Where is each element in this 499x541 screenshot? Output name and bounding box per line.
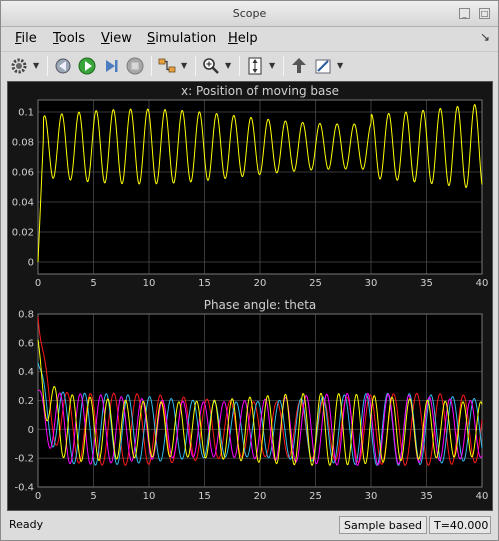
status-bar: Ready Sample based T=40.000 [1,513,498,540]
toolbar-separator [283,56,284,76]
toolbar-separator [151,56,152,76]
x-tick-label: 10 [143,278,156,289]
zoom-dropdown-icon[interactable]: ▼ [225,61,231,70]
menu-file[interactable]: File [15,31,37,46]
status-sample-mode: Sample based [339,516,427,534]
gear-dropdown-icon[interactable]: ▼ [33,61,39,70]
signal-selector-icon[interactable] [157,56,177,76]
menu-help[interactable]: Help [228,31,258,46]
x-tick-label: 20 [254,278,267,289]
chart-title: x: Position of moving base [181,84,339,98]
highlight-block-icon[interactable] [289,56,309,76]
x-tick-label: 35 [420,278,433,289]
x-tick-label: 10 [143,491,156,502]
menu-simulation[interactable]: Simulation [147,31,216,46]
gear-icon[interactable] [9,56,29,76]
x-tick-label: 15 [198,278,211,289]
x-tick-label: 35 [420,491,433,502]
stop-icon[interactable] [125,56,145,76]
y-tick-label: 0.2 [18,396,34,407]
x-tick-label: 5 [90,491,96,502]
y-tick-label: 0.08 [12,138,34,149]
run-icon[interactable] [77,56,97,76]
scope-plots[interactable]: x: Position of moving base 0 5 10 15 20 25 30 35… [8,82,492,510]
scope-window: Scope _ □ File Tools View Simulation Hel… [0,0,499,541]
toolbar-separator [239,56,240,76]
step-back-icon[interactable] [53,56,73,76]
x-tick-label: 15 [198,491,211,502]
x-tick-label: 25 [309,491,322,502]
x-tick-label: 0 [35,278,41,289]
y-tick-label: -0.4 [14,483,34,494]
y-tick-label: 0.1 [18,108,34,119]
y-tick-label: 0 [28,258,34,269]
maximize-icon[interactable]: □ [479,8,490,19]
y-tick-label: -0.2 [14,454,34,465]
x-tick-label: 0 [35,491,41,502]
y-tick-label: 0.6 [18,338,34,349]
signal-selector-dropdown-icon[interactable]: ▼ [181,61,187,70]
menu-bar: File Tools View Simulation Help ↘ [1,27,498,51]
y-tick-label: 0.06 [12,168,34,179]
autoscale-dropdown-icon[interactable]: ▼ [269,61,275,70]
undock-icon[interactable]: ↘ [480,30,490,44]
x-tick-label: 20 [254,491,267,502]
y-tick-label: 0.04 [12,198,34,209]
y-tick-label: 0.8 [18,310,34,321]
menu-tools[interactable]: Tools [53,31,85,46]
x-tick-label: 30 [365,278,378,289]
minimize-icon[interactable]: _ [459,8,470,19]
status-time: T=40.000 [429,516,491,534]
chart-panel-2: Phase angle: theta 0 5 10 15 20 25 30 35 40 -0.4 -0… [14,298,488,502]
autoscale-icon[interactable] [245,56,265,76]
chart-panel-1: x: Position of moving base 0 5 10 15 20 25 30 35… [12,84,489,289]
x-tick-label: 40 [476,491,489,502]
chart-title: Phase angle: theta [204,298,317,312]
style-dropdown-icon[interactable]: ▼ [337,61,343,70]
step-forward-icon[interactable] [101,56,121,76]
style-icon[interactable] [313,56,333,76]
x-tick-label: 30 [365,491,378,502]
toolbar-separator [47,56,48,76]
plot-area: x: Position of moving base 0 5 10 15 20 25 30 35… [7,81,493,511]
title-bar[interactable]: Scope _ □ [1,1,498,27]
window-title: Scope [232,7,267,20]
y-tick-label: 0 [28,425,34,436]
toolbar-separator [195,56,196,76]
y-tick-label: 0.4 [18,367,34,378]
menu-view[interactable]: View [101,31,132,46]
x-tick-label: 5 [90,278,96,289]
zoom-icon[interactable] [201,56,221,76]
x-tick-label: 40 [476,278,489,289]
toolbar: ▼ ▼ ▼ ▼ ▼ [1,51,498,79]
x-tick-label: 25 [309,278,322,289]
status-state: Ready [9,518,44,531]
y-tick-label: 0.02 [12,228,34,239]
